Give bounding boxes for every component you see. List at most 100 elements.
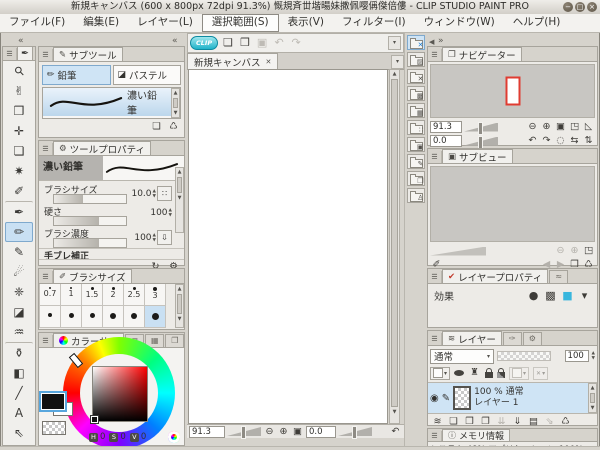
save-file-button[interactable]: ▣ <box>255 36 269 50</box>
layer-panel-menu-icon[interactable]: ☰ <box>428 333 442 345</box>
material-folder-3d[interactable]: ❒ <box>406 171 425 186</box>
intermediate-color-tab[interactable]: ❐ <box>165 334 184 347</box>
canvas-vertical-scrollbar[interactable]: ▲ ▼ <box>389 69 400 424</box>
create-subtool-button[interactable]: ❏ <box>150 121 163 133</box>
opacity-stepper[interactable]: ▲ ▼ <box>592 351 595 361</box>
nav-reset-rotation-button[interactable]: ◌ <box>554 135 567 147</box>
stepper[interactable]: ▲ ▼ <box>153 233 156 243</box>
subtool-item-dark-pencil[interactable]: 濃い鉛筆 <box>43 88 180 117</box>
navigator-zoom-slider[interactable] <box>464 121 498 135</box>
navigator-zoom-value[interactable]: 91.3 <box>430 121 462 133</box>
tab-layer[interactable]: ≋ レイヤー <box>442 331 502 345</box>
subtool-scrollbar[interactable]: ▲ ▼ <box>171 88 180 118</box>
blend-tool[interactable]: ♒ <box>5 322 33 342</box>
brush-size-8[interactable] <box>124 306 145 328</box>
duplicate-layer-button[interactable]: ❐ <box>479 416 492 428</box>
enable-mask-dropdown[interactable]: ▾ <box>509 366 530 380</box>
canvas-zoom-in-button[interactable]: ⊕ <box>277 426 290 438</box>
canvas-tab[interactable]: 新規キャンバス ✕ <box>187 53 279 69</box>
canvas-rotation-value[interactable]: 0.0 <box>306 425 336 438</box>
eraser-tool[interactable]: ◪ <box>5 302 33 322</box>
canvas-zoom-slider[interactable] <box>227 426 261 439</box>
subtool-tab-pastel[interactable]: ◪ パステル <box>112 65 181 85</box>
decoration-tool[interactable]: ❈ <box>5 282 33 302</box>
lock-layer-icon[interactable] <box>485 368 494 378</box>
menu-window[interactable]: ウィンドウ(W) <box>415 14 504 32</box>
reference-layer-icon[interactable]: ♜ <box>468 367 481 379</box>
clip-to-layer-below-icon[interactable] <box>454 370 465 376</box>
canvas[interactable] <box>188 69 388 424</box>
menu-edit[interactable]: 編集(E) <box>74 14 128 32</box>
saturation-value-square[interactable] <box>92 366 148 422</box>
brush-size-10[interactable] <box>145 306 166 328</box>
fill-tool[interactable]: ⚱ <box>5 342 33 363</box>
transfer-to-lower-button[interactable]: ⇊ <box>495 416 508 428</box>
minimize-button[interactable]: − <box>563 2 573 12</box>
subview-zoom-slider[interactable] <box>430 246 486 256</box>
layer-visibility-icon[interactable]: ◉ <box>430 393 439 404</box>
navigator-preview[interactable] <box>430 64 595 118</box>
slider-track[interactable] <box>53 194 127 204</box>
canvas-rotate-reset-icon[interactable]: ↶ <box>389 426 402 438</box>
brush-size-7[interactable] <box>103 306 124 328</box>
tab-list-icon[interactable]: ▾ <box>391 55 404 69</box>
canvas-fit-button[interactable]: ▣ <box>291 426 304 438</box>
layer-name[interactable]: レイヤー 1 <box>474 398 523 409</box>
layer-list-scrollbar[interactable]: ▲ ▼ <box>588 383 597 413</box>
navigator-menu-icon[interactable]: ☰ <box>428 49 442 61</box>
opacity-value[interactable]: 100 <box>564 350 589 362</box>
layer-property-menu-icon[interactable]: ☰ <box>428 271 442 283</box>
open-file-button[interactable]: ❒ <box>238 36 252 50</box>
figure-tool[interactable]: ╱ <box>5 383 33 403</box>
nav-zoom-in-button[interactable]: ⊕ <box>540 121 553 133</box>
tab-layer-property[interactable]: ✔ レイヤープロパティ <box>442 269 549 283</box>
material-folder-brush[interactable]: ✎ <box>406 154 425 169</box>
lock-transparent-pixels-icon[interactable] <box>497 368 506 378</box>
material-folder-monochrome-pattern[interactable]: ▨ <box>406 52 425 67</box>
brush-tool[interactable]: ✎ <box>5 242 33 262</box>
merge-with-lower-button[interactable]: ⇓ <box>511 416 524 428</box>
nav-rotate-right-button[interactable]: ↷ <box>540 135 553 147</box>
material-folder-halftone[interactable]: ▩ <box>406 86 425 101</box>
layer-color-button[interactable]: ■ <box>561 289 574 302</box>
tool-palette-menu-icon[interactable]: ☰ <box>3 48 17 60</box>
canvas-rotation-slider[interactable] <box>338 426 372 439</box>
brush-size-1.5[interactable]: 1.5 <box>82 284 103 306</box>
menu-layer[interactable]: レイヤー(L) <box>128 14 202 32</box>
layer-mask-button[interactable]: ⇘ <box>543 416 556 428</box>
blend-mode-select[interactable]: 通常 ▾ <box>430 348 494 364</box>
pen-tool[interactable]: ✒ <box>5 201 33 222</box>
material-folder-image[interactable]: ▣ <box>406 137 425 152</box>
collapse-palette-icon[interactable]: « <box>172 36 178 46</box>
brush-size-2.5[interactable]: 2.5 <box>124 284 145 306</box>
tone-effect-button[interactable]: ▩ <box>544 289 557 302</box>
brush-size-4[interactable] <box>40 306 61 328</box>
zoom-tool[interactable]: ⚲ <box>5 61 33 81</box>
pencil-tool[interactable]: ✏ <box>5 222 33 242</box>
transparent-color-swatch[interactable] <box>42 421 66 435</box>
collapse-left-panel-icon[interactable]: « <box>18 36 24 46</box>
slider-track[interactable] <box>53 216 127 226</box>
subtool-tab-pencil[interactable]: ✏ 鉛筆 <box>42 65 111 85</box>
undo-button[interactable]: ↶ <box>272 36 286 50</box>
brush-size-2[interactable]: 2 <box>103 284 124 306</box>
correct-line-tool[interactable]: ⇖ <box>5 423 33 443</box>
expression-color-dropdown[interactable]: ▾ <box>578 289 591 302</box>
subview-fit-button[interactable]: ◳ <box>582 245 595 257</box>
menu-select[interactable]: 選択範囲(S) <box>201 14 279 32</box>
color-panel-menu-icon[interactable]: ☰ <box>39 335 53 347</box>
layer-palette-icon[interactable]: ≋ <box>431 416 444 428</box>
sv-marker[interactable] <box>90 415 99 424</box>
layer-extra-tab[interactable]: ⚙ <box>522 332 542 345</box>
tab-subview[interactable]: ▣ サブビュー <box>442 149 513 163</box>
brush-size-3[interactable]: 3 <box>145 284 166 306</box>
nav-fit-window-button[interactable]: ◳ <box>568 121 581 133</box>
brush-size-1[interactable]: 1 <box>61 284 82 306</box>
navigator-rotation-value[interactable]: 0.0 <box>430 135 462 147</box>
tab-brush-size[interactable]: ✐ ブラシサイズ <box>53 269 132 283</box>
menu-filter[interactable]: フィルター(I) <box>333 14 415 32</box>
subview-menu-icon[interactable]: ☰ <box>428 151 442 163</box>
new-layer-button[interactable]: ❏ <box>447 416 460 428</box>
slider-extra-button[interactable]: ⇩ <box>157 230 172 245</box>
tool-property-menu-icon[interactable]: ☰ <box>39 143 53 155</box>
